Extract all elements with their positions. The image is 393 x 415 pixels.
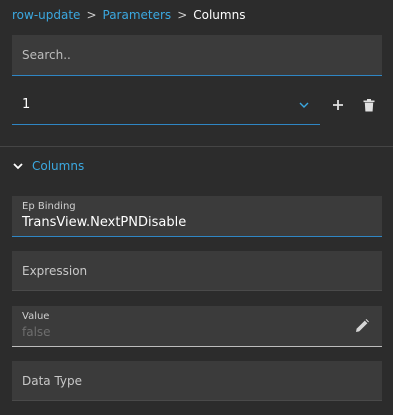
ep-binding-field[interactable]: Ep Binding TransView.NextPNDisable bbox=[12, 196, 382, 237]
row-selector[interactable]: 1 bbox=[12, 86, 320, 125]
delete-row-button[interactable] bbox=[360, 96, 378, 114]
add-row-button[interactable] bbox=[329, 96, 347, 114]
row-selector-value: 1 bbox=[22, 97, 31, 112]
breadcrumb: row-update > Parameters > Columns bbox=[12, 7, 245, 23]
pencil-icon[interactable] bbox=[354, 318, 370, 334]
value-label: Value bbox=[22, 311, 50, 322]
divider bbox=[0, 146, 393, 147]
plus-icon bbox=[333, 100, 343, 110]
breadcrumb-separator: > bbox=[86, 8, 97, 22]
section-title: Columns bbox=[32, 159, 85, 173]
search-field bbox=[12, 35, 382, 76]
search-input[interactable] bbox=[22, 46, 362, 64]
ep-binding-value: TransView.NextPNDisable bbox=[22, 215, 187, 230]
breadcrumb-current: Columns bbox=[193, 8, 246, 22]
ep-binding-label: Ep Binding bbox=[22, 201, 76, 212]
data-type-field[interactable]: Data Type bbox=[12, 361, 382, 401]
breadcrumb-link-parameters[interactable]: Parameters bbox=[103, 8, 172, 22]
breadcrumb-separator: > bbox=[177, 8, 188, 22]
trash-icon bbox=[363, 98, 375, 111]
expression-field[interactable]: Expression bbox=[12, 251, 382, 291]
value-field[interactable]: Value false bbox=[12, 306, 382, 347]
value-value: false bbox=[22, 325, 51, 339]
data-type-placeholder: Data Type bbox=[22, 374, 83, 388]
chevron-down-icon bbox=[13, 163, 23, 170]
columns-section-toggle[interactable]: Columns bbox=[12, 158, 84, 174]
expression-placeholder: Expression bbox=[22, 264, 88, 278]
chevron-down-icon bbox=[298, 99, 310, 111]
breadcrumb-link-row-update[interactable]: row-update bbox=[12, 8, 80, 22]
